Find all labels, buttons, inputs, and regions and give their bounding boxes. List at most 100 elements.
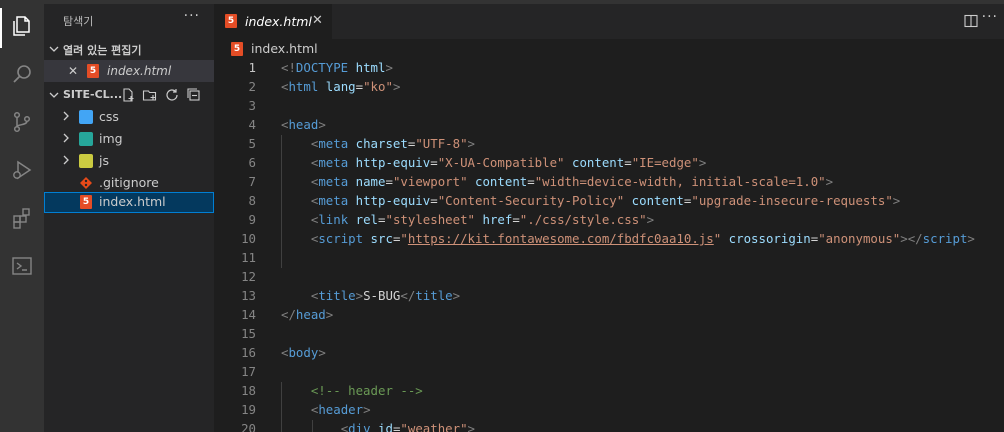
- code-token: >: [646, 212, 655, 227]
- code-token: div: [348, 421, 371, 432]
- chevron-down-icon: [49, 92, 59, 98]
- code-token: id: [378, 421, 393, 432]
- code-token: >: [363, 402, 371, 417]
- code-token: "ko": [363, 79, 393, 94]
- code-line: <!DOCTYPE html>: [281, 60, 393, 75]
- code-token: html: [355, 60, 386, 75]
- code-token: </: [281, 307, 296, 322]
- close-icon[interactable]: ✕: [312, 13, 323, 28]
- new-folder-icon[interactable]: [142, 87, 158, 103]
- breadcrumb: 5 index.html: [214, 39, 1004, 59]
- tree-item-css[interactable]: css: [44, 106, 214, 128]
- refresh-icon[interactable]: [164, 87, 180, 103]
- code-token: "stylesheet": [385, 212, 476, 227]
- run-debug-icon[interactable]: [4, 152, 40, 188]
- chevron-right-icon: [63, 133, 69, 143]
- breadcrumb-file[interactable]: index.html: [251, 41, 318, 56]
- line-number: 11: [241, 250, 256, 265]
- workspace-section[interactable]: SITE-CL...: [44, 84, 214, 106]
- code-token: >: [385, 60, 393, 75]
- tree-item-gitignore[interactable]: .gitignore: [44, 172, 214, 194]
- code-token: =: [385, 174, 393, 189]
- code-token: script: [318, 231, 364, 246]
- explorer-header: 탐색기 ···: [44, 4, 214, 35]
- html-file-icon: 5: [87, 64, 99, 78]
- code-token: lang: [325, 79, 356, 94]
- git-icon: [79, 176, 93, 190]
- code-token: >: [392, 79, 401, 94]
- code-editor[interactable]: 1 <!DOCTYPE html> 2 <html lang="ko"> 3 4 <head…: [214, 59, 1004, 432]
- code-token: "viewport": [392, 174, 468, 189]
- code-token: charset: [355, 136, 408, 151]
- tree-item-index-html[interactable]: 5 index.html: [44, 192, 214, 213]
- tree-item-label: .gitignore: [99, 175, 159, 190]
- code-token: >: [967, 231, 975, 246]
- more-actions-icon[interactable]: ···: [982, 9, 998, 25]
- code-token: >: [318, 117, 326, 132]
- editor-tab-bar: 5 index.html ✕ ···: [214, 4, 1004, 39]
- new-file-icon[interactable]: [120, 87, 136, 103]
- terminal-icon[interactable]: [4, 248, 40, 284]
- code-token: =: [624, 155, 632, 170]
- extensions-icon[interactable]: [4, 200, 40, 236]
- tab-index-html[interactable]: 5 index.html ✕: [214, 4, 332, 39]
- code-token: link: [318, 212, 349, 227]
- files-icon[interactable]: [4, 8, 40, 44]
- open-editor-item[interactable]: ✕ 5 index.html: [44, 60, 214, 82]
- split-editor-icon[interactable]: [964, 14, 978, 28]
- html-file-icon: 5: [80, 195, 92, 209]
- source-control-icon[interactable]: [4, 104, 40, 140]
- more-actions-icon[interactable]: ···: [184, 8, 200, 24]
- code-token: >: [452, 288, 461, 303]
- tree-item-label: css: [99, 109, 119, 124]
- code-token: >: [467, 136, 475, 151]
- tree-item-js[interactable]: js: [44, 150, 214, 172]
- code-line: <div id="weather">: [281, 421, 475, 432]
- chevron-right-icon: [63, 155, 69, 165]
- search-icon[interactable]: [4, 56, 40, 92]
- code-line: <!-- header -->: [281, 383, 423, 398]
- code-token: <!-- header -->: [310, 383, 423, 398]
- workspace-label: SITE-CL...: [63, 88, 123, 101]
- code-line: <link rel="stylesheet" href="./css/style…: [281, 212, 654, 227]
- code-token: =: [355, 79, 364, 94]
- line-number: 5: [248, 136, 256, 151]
- code-token: >: [467, 421, 476, 432]
- code-token: "./css/style.css": [519, 212, 647, 227]
- code-token: ": [400, 231, 408, 246]
- tree-item-img[interactable]: img: [44, 128, 214, 150]
- line-number: 16: [241, 345, 256, 360]
- line-number: 8: [248, 193, 256, 208]
- open-editor-filename: index.html: [107, 64, 172, 78]
- explorer-title: 탐색기: [63, 15, 94, 28]
- tab-label: index.html: [245, 14, 312, 29]
- code-token: http-equiv: [355, 155, 431, 170]
- code-token: S-BUG: [363, 288, 401, 303]
- code-token: content: [475, 174, 528, 189]
- line-number: 1: [248, 60, 256, 75]
- chevron-right-icon: [63, 111, 69, 121]
- line-number: 10: [241, 231, 256, 246]
- code-line: </head>: [281, 307, 333, 322]
- line-number: 18: [241, 383, 256, 398]
- js-folder-icon: [79, 154, 93, 168]
- code-token: title: [415, 288, 453, 303]
- code-token: meta: [318, 193, 349, 208]
- close-icon[interactable]: ✕: [68, 64, 78, 78]
- code-token: crossorigin: [728, 231, 811, 246]
- code-token: head: [295, 307, 326, 322]
- code-token: "width=device-width, initial-scale=1.0": [534, 174, 826, 189]
- code-token: >: [825, 174, 834, 189]
- line-number: 13: [241, 288, 256, 303]
- code-token: rel: [355, 212, 379, 227]
- open-editors-section[interactable]: 열려 있는 편집기: [44, 38, 214, 60]
- line-number: 14: [241, 307, 256, 322]
- collapse-all-icon[interactable]: [186, 87, 202, 103]
